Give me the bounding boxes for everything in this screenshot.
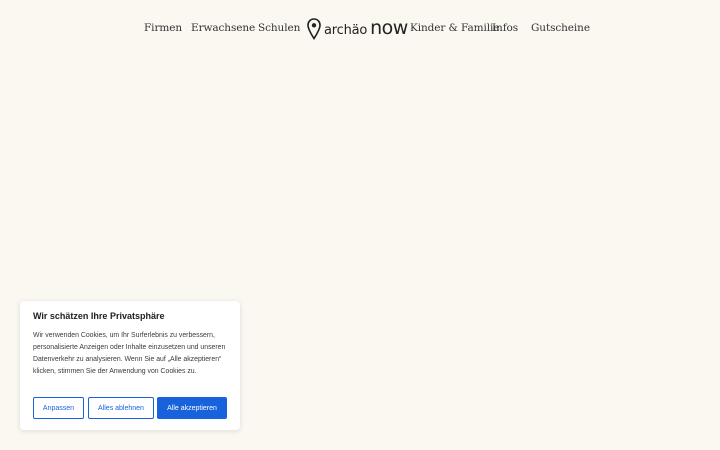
accept-all-button[interactable]: Alle akzeptieren [157,397,227,419]
logo-text-archaeo: archäo [324,22,368,38]
cookie-consent-banner: Wir schätzen Ihre Privatsphäre Wir verwe… [20,301,240,430]
reject-all-button[interactable]: Alles ablehnen [88,397,154,419]
customize-button[interactable]: Anpassen [33,397,84,419]
nav-link-schulen[interactable]: Schulen [258,22,300,34]
site-logo[interactable]: archäo now [307,16,408,42]
map-pin-icon [307,18,321,40]
logo-text-now: now [370,17,408,39]
cookie-description: Wir verwenden Cookies, um Ihr Surferlebn… [33,332,226,375]
cookie-title: Wir schätzen Ihre Privatsphäre [33,311,165,321]
nav-link-kinder-familie[interactable]: Kinder & Familie [410,22,500,34]
page: Firmen Erwachsene Schulen archäo now Kin… [0,0,720,450]
main-navigation: Firmen Erwachsene Schulen archäo now Kin… [0,0,720,58]
nav-link-firmen[interactable]: Firmen [144,22,182,34]
nav-link-infos[interactable]: Infos [492,22,518,34]
nav-link-gutscheine[interactable]: Gutscheine [531,22,590,34]
nav-link-erwachsene[interactable]: Erwachsene [191,22,255,34]
